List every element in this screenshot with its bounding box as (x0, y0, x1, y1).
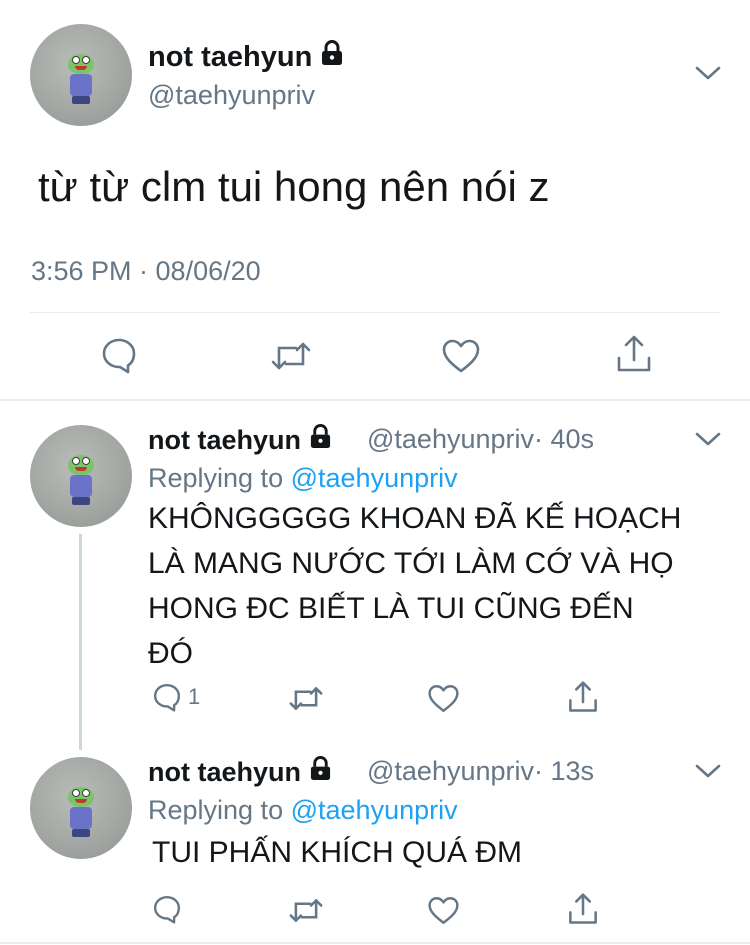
avatar[interactable] (30, 24, 132, 126)
reply-author-name[interactable]: not taehyun (148, 424, 332, 456)
reply-author-name-text: not taehyun (148, 756, 301, 787)
replying-prefix: Replying to (148, 795, 284, 825)
retweet-button[interactable] (270, 340, 312, 372)
thread-line (79, 534, 82, 750)
reply-handle-text: @taehyunpriv (367, 756, 534, 786)
reply-handle-text: @taehyunpriv (367, 424, 534, 454)
reply-button[interactable] (152, 894, 188, 924)
like-button[interactable] (441, 337, 481, 375)
chevron-down-icon[interactable] (694, 762, 722, 785)
reply-icon (153, 683, 181, 712)
share-icon (569, 893, 597, 924)
share-icon (617, 335, 651, 372)
reply-author-name[interactable]: not taehyun (148, 756, 332, 788)
share-button[interactable] (615, 334, 653, 374)
replying-mention-link[interactable]: @taehyunpriv (291, 795, 458, 825)
share-button[interactable] (567, 680, 599, 714)
replying-to: Replying to @taehyunpriv (148, 463, 458, 494)
author-name-text: not taehyun (148, 40, 313, 73)
reply-count: 1 (188, 684, 201, 709)
reply-text-line: TUI PHẤN KHÍCH QUÁ ĐM (152, 836, 523, 869)
retweet-button[interactable] (288, 897, 324, 924)
reply-time: · 13s (534, 756, 595, 786)
reply-text-line: HONG ĐC BIẾT LÀ TUI CŨNG ĐẾN (148, 592, 634, 625)
lock-icon (309, 756, 332, 788)
retweet-icon (289, 687, 323, 710)
reply-time: · 40s (534, 424, 595, 454)
share-button[interactable] (567, 892, 599, 926)
tweet-timestamp[interactable]: 3:56 PM · 08/06/20 (31, 256, 261, 287)
like-button[interactable] (427, 895, 460, 926)
reply-author-handle[interactable]: @taehyunpriv· 13s (367, 756, 594, 787)
author-name[interactable]: not taehyun (148, 40, 344, 74)
reply-author-handle[interactable]: @taehyunpriv· 40s (367, 424, 594, 455)
reply-icon (153, 895, 181, 924)
chevron-down-icon[interactable] (694, 64, 722, 87)
reply-text-line: ĐÓ (148, 637, 193, 670)
chevron-down-icon[interactable] (694, 430, 722, 453)
retweet-icon (271, 342, 311, 370)
reply-button[interactable] (100, 336, 138, 374)
section-divider (0, 399, 750, 401)
tweet-text: từ từ clm tui hong nên nói z (38, 163, 550, 210)
reply-text-line: LÀ MANG NƯỚC TỚI LÀM CỚ VÀ HỌ (148, 547, 674, 580)
like-icon (442, 339, 480, 373)
lock-icon (309, 424, 332, 456)
bottom-divider (0, 942, 750, 944)
divider (30, 312, 720, 313)
reply-button[interactable]: 1 (152, 682, 200, 712)
like-button[interactable] (427, 683, 460, 714)
author-handle[interactable]: @taehyunpriv (148, 80, 315, 111)
avatar[interactable] (30, 757, 132, 859)
reply-text-line: KHÔNGGGGG KHOAN ĐÃ KẾ HOẠCH (148, 502, 682, 535)
replying-mention-link[interactable]: @taehyunpriv (291, 463, 458, 493)
retweet-button[interactable] (288, 685, 324, 712)
reply-icon (102, 338, 136, 374)
like-icon (428, 897, 459, 924)
lock-icon (320, 40, 344, 74)
reply-author-name-text: not taehyun (148, 424, 301, 455)
like-icon (428, 685, 459, 712)
share-icon (569, 681, 597, 712)
avatar[interactable] (30, 425, 132, 527)
retweet-icon (289, 899, 323, 922)
replying-to: Replying to @taehyunpriv (148, 795, 458, 826)
replying-prefix: Replying to (148, 463, 284, 493)
